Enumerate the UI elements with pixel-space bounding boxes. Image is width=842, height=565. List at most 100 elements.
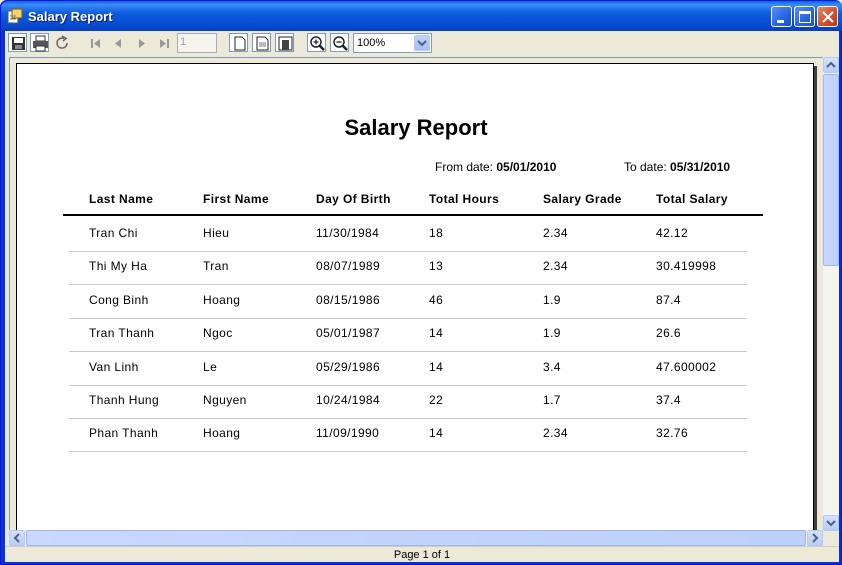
cell-day-of-birth: 11/30/1984 bbox=[316, 226, 380, 240]
maximize-button[interactable] bbox=[794, 6, 815, 27]
chevron-right-icon bbox=[812, 533, 819, 543]
minimize-button[interactable] bbox=[771, 6, 792, 27]
cell-total-salary: 47.600002 bbox=[656, 360, 717, 374]
refresh-button[interactable] bbox=[52, 33, 71, 52]
last-page-button[interactable] bbox=[154, 33, 173, 52]
cell-day-of-birth: 05/01/1987 bbox=[316, 326, 381, 340]
row-divider bbox=[69, 351, 747, 352]
page-number-input[interactable]: 1 bbox=[177, 33, 217, 53]
single-page-button[interactable] bbox=[229, 33, 248, 52]
header-first-name: First Name bbox=[203, 192, 270, 206]
cell-first-name: Nguyen bbox=[203, 393, 247, 407]
header-salary-grade: Salary Grade bbox=[543, 192, 622, 206]
from-date-value: 05/01/2010 bbox=[496, 160, 557, 174]
to-date: To date: 05/31/2010 bbox=[624, 160, 730, 174]
chevron-down-icon[interactable] bbox=[414, 35, 430, 51]
chevron-left-icon bbox=[13, 533, 20, 543]
close-icon bbox=[822, 11, 834, 23]
horizontal-scrollbar[interactable] bbox=[9, 530, 823, 546]
cell-salary-grade: 2.34 bbox=[543, 226, 568, 240]
cell-last-name: Phan Thanh bbox=[89, 426, 159, 440]
printer-icon bbox=[33, 35, 48, 52]
cell-total-salary: 87.4 bbox=[656, 293, 681, 307]
cell-salary-grade: 1.9 bbox=[543, 326, 561, 340]
cell-total-salary: 32.76 bbox=[656, 426, 689, 440]
app-icon bbox=[7, 8, 23, 24]
row-divider bbox=[69, 251, 747, 252]
cell-total-salary: 26.6 bbox=[656, 326, 681, 340]
page-indicator: Page 1 of 1 bbox=[393, 549, 451, 561]
maximize-icon bbox=[799, 11, 811, 23]
next-page-button[interactable] bbox=[131, 33, 150, 52]
cell-total-hours: 18 bbox=[429, 226, 444, 240]
cell-total-hours: 13 bbox=[429, 259, 444, 273]
cell-last-name: Tran Thanh bbox=[89, 326, 155, 340]
zoom-in-icon bbox=[310, 36, 325, 51]
vertical-scrollbar[interactable] bbox=[823, 57, 839, 531]
page-width-icon bbox=[256, 36, 269, 51]
row-divider bbox=[69, 284, 747, 285]
report-window: Salary Report 1 100% Salary Report From … bbox=[0, 0, 842, 565]
report-title: Salary Report bbox=[344, 115, 488, 140]
zoom-value: 100% bbox=[357, 37, 386, 49]
preview-toolbar: 1 100% bbox=[5, 31, 839, 56]
horizontal-scroll-thumb[interactable] bbox=[26, 530, 806, 546]
cell-last-name: Thi My Ha bbox=[89, 259, 148, 273]
last-page-icon bbox=[160, 39, 169, 48]
multiple-pages-icon bbox=[278, 36, 293, 51]
export-button[interactable] bbox=[8, 33, 27, 52]
previous-page-button[interactable] bbox=[108, 33, 127, 52]
to-date-label: To date: bbox=[624, 160, 667, 174]
header-total-salary: Total Salary bbox=[656, 192, 728, 206]
row-divider bbox=[69, 318, 747, 319]
cell-day-of-birth: 08/07/1989 bbox=[316, 259, 381, 273]
report-viewport[interactable]: Salary Report From date: 05/01/2010 To d… bbox=[9, 57, 827, 531]
cell-first-name: Hoang bbox=[203, 426, 241, 440]
status-bar: Page 1 of 1 bbox=[5, 546, 839, 562]
cell-first-name: Ngoc bbox=[203, 326, 233, 340]
print-button[interactable] bbox=[30, 33, 49, 52]
zoom-select[interactable]: 100% bbox=[353, 33, 432, 53]
title-bar[interactable]: Salary Report bbox=[1, 1, 842, 31]
page-width-button[interactable] bbox=[252, 33, 271, 52]
window-title: Salary Report bbox=[28, 9, 113, 24]
chevron-up-icon bbox=[826, 61, 836, 68]
cell-total-salary: 42.12 bbox=[656, 226, 689, 240]
zoom-in-button[interactable] bbox=[307, 33, 326, 52]
zoom-out-button[interactable] bbox=[330, 33, 349, 52]
cell-last-name: Van Linh bbox=[89, 360, 139, 374]
cell-day-of-birth: 11/09/1990 bbox=[316, 426, 380, 440]
cell-total-hours: 14 bbox=[429, 326, 444, 340]
scroll-left-button[interactable] bbox=[9, 530, 25, 546]
from-date-label: From date: bbox=[435, 160, 494, 174]
cell-salary-grade: 2.34 bbox=[543, 259, 568, 273]
cell-last-name: Thanh Hung bbox=[89, 393, 160, 407]
row-divider bbox=[69, 385, 747, 386]
report-page: Salary Report From date: 05/01/2010 To d… bbox=[16, 63, 814, 530]
cell-first-name: Tran bbox=[203, 259, 229, 273]
next-page-icon bbox=[139, 39, 145, 48]
cell-last-name: Cong Binh bbox=[89, 293, 149, 307]
scroll-up-button[interactable] bbox=[823, 57, 839, 73]
multiple-pages-button[interactable] bbox=[275, 33, 294, 52]
cell-last-name: Tran Chi bbox=[89, 226, 138, 240]
single-page-icon bbox=[234, 36, 246, 51]
row-divider bbox=[69, 451, 747, 452]
close-button[interactable] bbox=[817, 6, 838, 27]
scroll-right-button[interactable] bbox=[807, 530, 823, 546]
cell-first-name: Hieu bbox=[203, 226, 230, 240]
first-page-button[interactable] bbox=[85, 33, 104, 52]
minimize-icon bbox=[777, 20, 784, 23]
cell-day-of-birth: 05/29/1986 bbox=[316, 360, 381, 374]
vertical-scroll-thumb[interactable] bbox=[823, 74, 839, 266]
save-icon bbox=[12, 37, 25, 50]
from-date: From date: 05/01/2010 bbox=[435, 160, 556, 174]
cell-salary-grade: 1.7 bbox=[543, 393, 561, 407]
client-area: 1 100% Salary Report From date: 05/01/20… bbox=[5, 31, 839, 562]
to-date-value: 05/31/2010 bbox=[670, 160, 731, 174]
zoom-out-icon bbox=[333, 36, 348, 51]
cell-total-hours: 14 bbox=[429, 360, 444, 374]
scroll-down-button[interactable] bbox=[823, 515, 839, 531]
cell-first-name: Hoang bbox=[203, 293, 241, 307]
cell-total-hours: 46 bbox=[429, 293, 444, 307]
